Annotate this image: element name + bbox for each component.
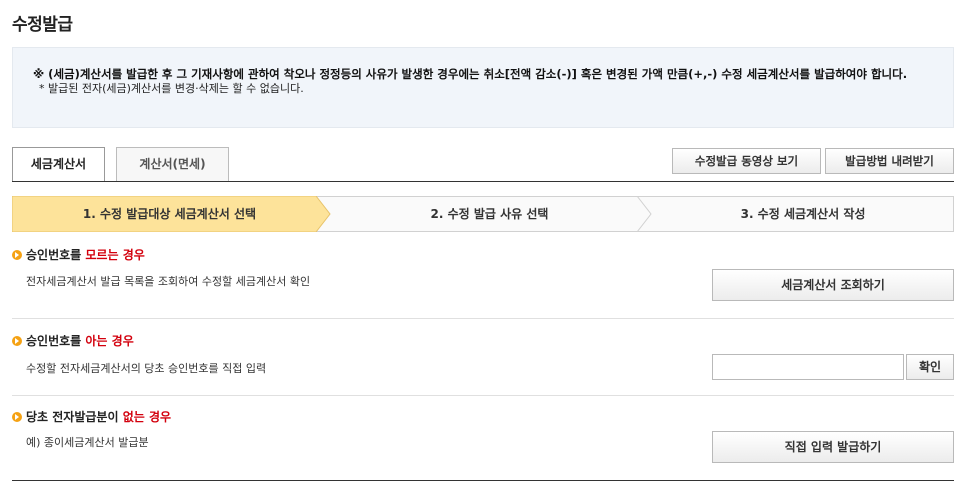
confirm-button[interactable]: 확인	[906, 354, 954, 380]
step-2-label: 2. 수정 발급 사유 선택	[430, 207, 549, 221]
search-invoice-button[interactable]: 세금계산서 조회하기	[712, 269, 954, 301]
section-unknown-heading: 승인번호를 모르는 경우	[12, 246, 145, 263]
section-none-heading: 당초 전자발급분이 없는 경우	[12, 408, 171, 425]
section-unknown-desc: 전자세금계산서 발급 목록을 조회하여 수정할 세금계산서 확인	[26, 275, 311, 288]
section-unknown-heading-highlight: 모르는 경우	[85, 248, 145, 262]
approval-number-input[interactable]	[712, 354, 904, 380]
tab-invoice-tax-free[interactable]: 계산서(면세)	[116, 147, 229, 181]
page-title: 수정발급	[12, 15, 73, 35]
section-none-desc: 예) 종이세금계산서 발급분	[26, 436, 149, 449]
divider	[12, 395, 954, 396]
bullet-icon	[12, 250, 22, 260]
section-unknown-heading-pre: 승인번호를	[26, 248, 86, 262]
tab-underline	[12, 181, 954, 182]
bullet-icon	[12, 336, 22, 346]
step-progress: 1. 수정 발급대상 세금계산서 선택 2. 수정 발급 사유 선택 3. 수정…	[12, 196, 954, 232]
direct-input-issue-button[interactable]: 직접 입력 발급하기	[712, 431, 954, 463]
notice-main-text: ※ (세금)계산서를 발급한 후 그 기재사항에 관하여 착오나 정정등의 사유…	[33, 67, 908, 81]
notice-box: ※ (세금)계산서를 발급한 후 그 기재사항에 관하여 착오나 정정등의 사유…	[12, 47, 954, 128]
section-none-heading-highlight: 없는 경우	[122, 410, 172, 424]
notice-sub-text: * 발급된 전자(세금)계산서를 변경·삭제는 할 수 없습니다.	[39, 82, 304, 95]
section-known-heading: 승인번호를 아는 경우	[12, 332, 134, 349]
tab-tax-invoice[interactable]: 세금계산서	[12, 147, 105, 182]
divider	[12, 318, 954, 319]
section-known-heading-highlight: 아는 경우	[85, 334, 134, 348]
step-1-label: 1. 수정 발급대상 세금계산서 선택	[82, 207, 257, 221]
section-known-desc: 수정할 전자세금계산서의 당초 승인번호를 직접 입력	[26, 362, 267, 375]
bottom-divider	[12, 480, 954, 481]
bullet-icon	[12, 412, 22, 422]
download-guide-button[interactable]: 발급방법 내려받기	[825, 148, 954, 174]
section-none-heading-pre: 당초 전자발급분이	[26, 410, 123, 424]
step-3-label: 3. 수정 세금계산서 작성	[740, 207, 866, 221]
section-known-heading-pre: 승인번호를	[26, 334, 86, 348]
watch-video-button[interactable]: 수정발급 동영상 보기	[672, 148, 821, 174]
